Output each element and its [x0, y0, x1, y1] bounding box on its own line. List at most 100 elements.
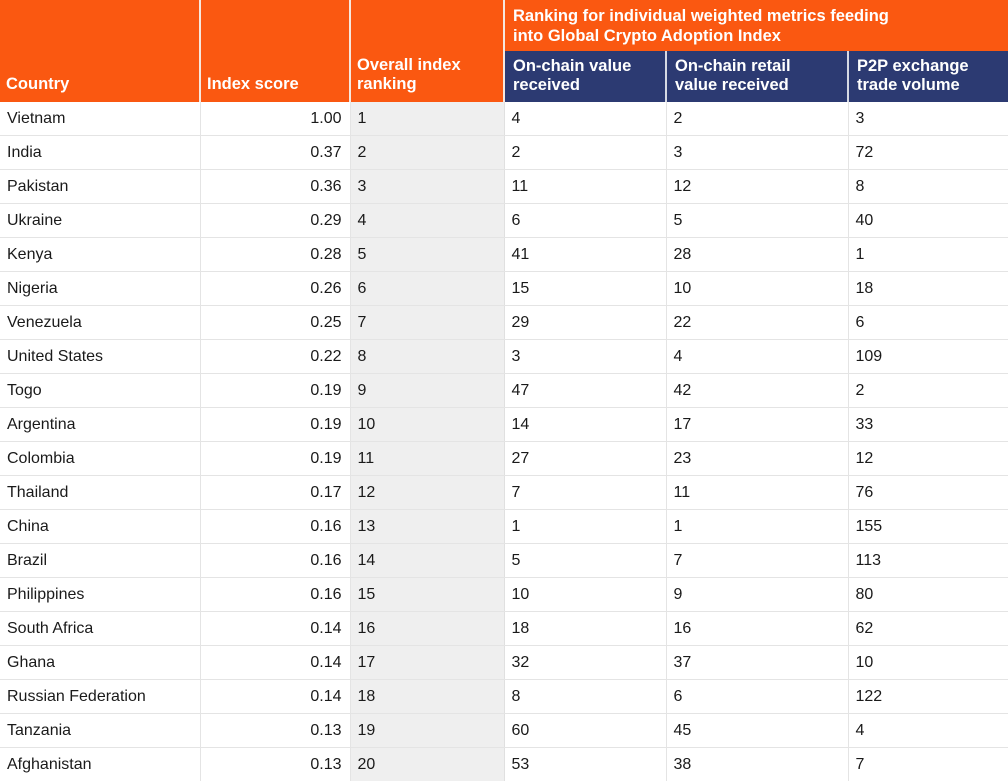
- cell-country: Argentina: [0, 407, 201, 442]
- table-row: China 0.16 13 1 1 155: [0, 509, 1008, 544]
- cell-onchain-retail: 10: [666, 271, 849, 306]
- cell-index-score: 0.26: [200, 271, 351, 306]
- cell-overall-rank: 4: [350, 203, 505, 238]
- cell-overall-rank: 10: [350, 407, 505, 442]
- cell-country: Ukraine: [0, 203, 201, 238]
- cell-onchain-retail: 9: [666, 577, 849, 612]
- cell-onchain-value: 11: [504, 169, 667, 204]
- cell-overall-rank: 3: [350, 169, 505, 204]
- cell-index-score: 0.14: [200, 679, 351, 714]
- cell-onchain-retail: 11: [666, 475, 849, 510]
- column-header-index-score: Index score: [200, 0, 351, 102]
- cell-onchain-value: 53: [504, 747, 667, 781]
- cell-country: China: [0, 509, 201, 544]
- cell-onchain-retail: 4: [666, 339, 849, 374]
- column-header-overall-ranking-line2: ranking: [357, 75, 417, 94]
- cell-onchain-value: 3: [504, 339, 667, 374]
- cell-overall-rank: 9: [350, 373, 505, 408]
- cell-onchain-value: 7: [504, 475, 667, 510]
- table-row: United States 0.22 8 3 4 109: [0, 339, 1008, 374]
- cell-overall-rank: 7: [350, 305, 505, 340]
- column-header-overall-ranking-line1: Overall index: [357, 55, 461, 74]
- table-row: South Africa 0.14 16 18 16 62: [0, 611, 1008, 646]
- cell-overall-rank: 5: [350, 237, 505, 272]
- column-header-metric2-line2: value received: [675, 76, 789, 95]
- cell-onchain-retail: 7: [666, 543, 849, 578]
- cell-onchain-value: 10: [504, 577, 667, 612]
- cell-overall-rank: 16: [350, 611, 505, 646]
- table-row: Brazil 0.16 14 5 7 113: [0, 543, 1008, 578]
- cell-p2p-volume: 2: [848, 373, 1008, 408]
- cell-index-score: 0.19: [200, 373, 351, 408]
- cell-p2p-volume: 3: [848, 101, 1008, 136]
- cell-p2p-volume: 8: [848, 169, 1008, 204]
- table-row: Pakistan 0.36 3 11 12 8: [0, 169, 1008, 204]
- table-row: Argentina 0.19 10 14 17 33: [0, 407, 1008, 442]
- cell-overall-rank: 19: [350, 713, 505, 748]
- cell-country: India: [0, 135, 201, 170]
- table-row: Thailand 0.17 12 7 11 76: [0, 475, 1008, 510]
- cell-overall-rank: 13: [350, 509, 505, 544]
- cell-p2p-volume: 109: [848, 339, 1008, 374]
- cell-onchain-retail: 42: [666, 373, 849, 408]
- cell-onchain-value: 15: [504, 271, 667, 306]
- cell-onchain-retail: 28: [666, 237, 849, 272]
- cell-country: Togo: [0, 373, 201, 408]
- cell-onchain-value: 27: [504, 441, 667, 476]
- column-header-metric1-line1: On-chain value: [513, 56, 632, 75]
- cell-onchain-value: 60: [504, 713, 667, 748]
- group-header-line2: into Global Crypto Adoption Index: [513, 26, 781, 45]
- table-row: Nigeria 0.26 6 15 10 18: [0, 271, 1008, 306]
- table-body: Vietnam 1.00 1 4 2 3 India 0.37 2 2 3 72 Pakistan 0.3…: [0, 101, 1008, 781]
- cell-onchain-value: 8: [504, 679, 667, 714]
- cell-country: Ghana: [0, 645, 201, 680]
- table-row: Tanzania 0.13 19 60 45 4: [0, 713, 1008, 748]
- column-header-metric3-line2: trade volume: [857, 76, 960, 95]
- column-header-index-score-label: Index score: [207, 75, 299, 94]
- table-row: Venezuela 0.25 7 29 22 6: [0, 305, 1008, 340]
- cell-onchain-value: 47: [504, 373, 667, 408]
- cell-country: Philippines: [0, 577, 201, 612]
- cell-country: Pakistan: [0, 169, 201, 204]
- crypto-adoption-index-table: Country Index score Overall index rankin…: [0, 0, 1008, 781]
- column-group-header-weighted-metrics: Ranking for individual weighted metrics …: [504, 0, 1008, 51]
- cell-index-score: 0.13: [200, 747, 351, 781]
- cell-index-score: 0.37: [200, 135, 351, 170]
- cell-index-score: 0.16: [200, 543, 351, 578]
- cell-p2p-volume: 40: [848, 203, 1008, 238]
- cell-onchain-value: 6: [504, 203, 667, 238]
- cell-index-score: 0.16: [200, 509, 351, 544]
- cell-onchain-retail: 37: [666, 645, 849, 680]
- cell-onchain-retail: 22: [666, 305, 849, 340]
- table-row: Afghanistan 0.13 20 53 38 7: [0, 747, 1008, 781]
- cell-overall-rank: 12: [350, 475, 505, 510]
- cell-overall-rank: 2: [350, 135, 505, 170]
- cell-country: Venezuela: [0, 305, 201, 340]
- cell-index-score: 0.14: [200, 645, 351, 680]
- cell-overall-rank: 18: [350, 679, 505, 714]
- cell-overall-rank: 20: [350, 747, 505, 781]
- cell-onchain-retail: 5: [666, 203, 849, 238]
- cell-index-score: 0.36: [200, 169, 351, 204]
- table-row: Togo 0.19 9 47 42 2: [0, 373, 1008, 408]
- cell-country: Thailand: [0, 475, 201, 510]
- cell-onchain-value: 18: [504, 611, 667, 646]
- table-row: Ghana 0.14 17 32 37 10: [0, 645, 1008, 680]
- cell-onchain-retail: 16: [666, 611, 849, 646]
- group-header-line1: Ranking for individual weighted metrics …: [513, 7, 889, 25]
- cell-overall-rank: 15: [350, 577, 505, 612]
- column-header-metric1-line2: received: [513, 76, 580, 95]
- column-header-country: Country: [0, 0, 201, 102]
- table-row: Ukraine 0.29 4 6 5 40: [0, 203, 1008, 238]
- cell-overall-rank: 17: [350, 645, 505, 680]
- column-header-overall-index-ranking: Overall index ranking: [350, 0, 505, 102]
- cell-p2p-volume: 113: [848, 543, 1008, 578]
- cell-index-score: 0.14: [200, 611, 351, 646]
- column-header-metric3-line1: P2P exchange: [857, 56, 969, 75]
- cell-country: Brazil: [0, 543, 201, 578]
- cell-p2p-volume: 18: [848, 271, 1008, 306]
- column-header-metric2-line1: On-chain retail: [675, 56, 791, 75]
- cell-overall-rank: 11: [350, 441, 505, 476]
- cell-overall-rank: 14: [350, 543, 505, 578]
- cell-index-score: 0.13: [200, 713, 351, 748]
